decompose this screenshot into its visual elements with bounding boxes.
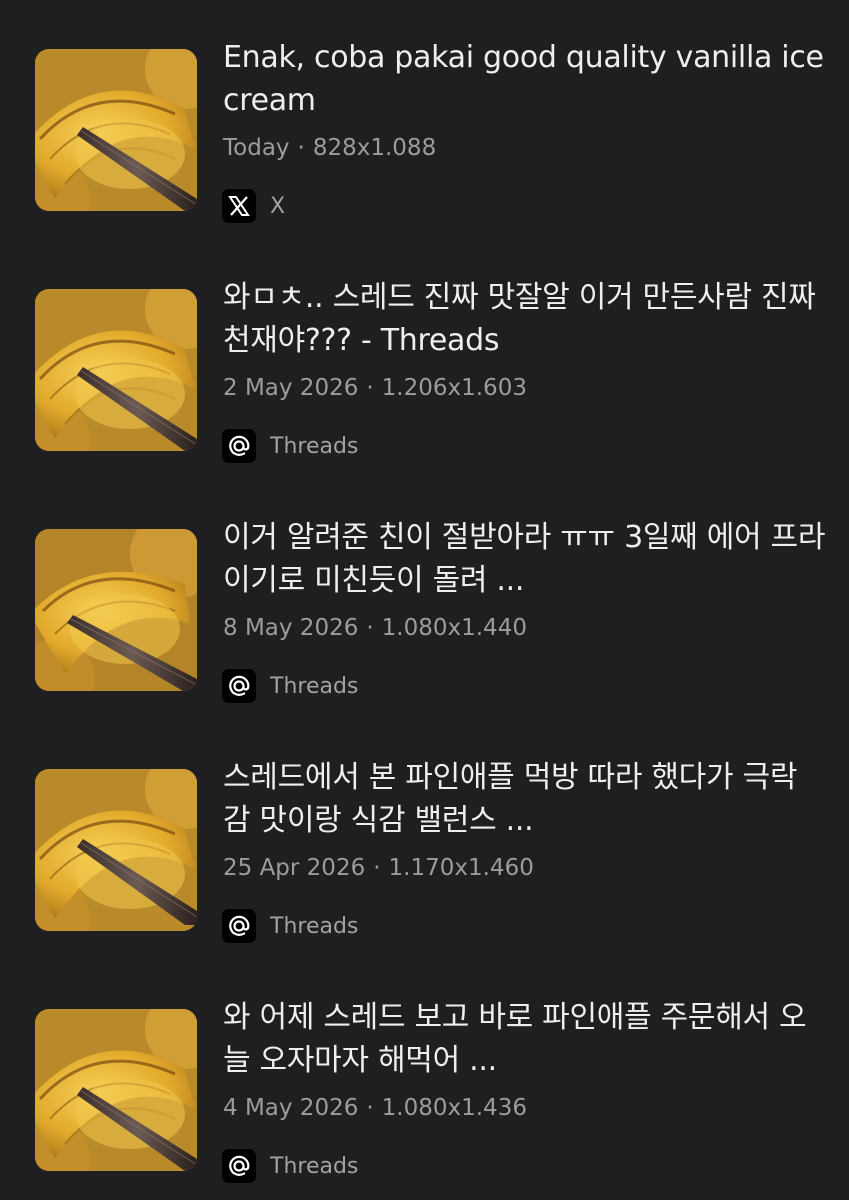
pineapple-image: [35, 1009, 197, 1171]
result-item[interactable]: Enak, coba pakai good quality vanilla ic…: [0, 0, 849, 240]
threads-logo-icon: [222, 909, 256, 943]
result-title[interactable]: 와 어제 스레드 보고 바로 파인애플 주문해서 오늘 오자마자 해먹어 ...: [223, 996, 828, 1082]
source-name: Threads: [270, 1153, 359, 1179]
result-dimensions: 828x1.088: [312, 135, 437, 161]
result-thumbnail[interactable]: [35, 49, 197, 211]
result-thumbnail[interactable]: [35, 289, 197, 451]
pineapple-image: [35, 289, 197, 451]
meta-separator: ·: [366, 375, 374, 401]
result-item[interactable]: 와 어제 스레드 보고 바로 파인애플 주문해서 오늘 오자마자 해먹어 ...…: [0, 960, 849, 1200]
result-title[interactable]: 이거 알려준 친이 절받아라 ㅠㅠ 3일째 에어 프라이기로 미친듯이 돌려 .…: [223, 516, 828, 602]
meta-separator: ·: [373, 855, 381, 881]
result-source[interactable]: X: [222, 189, 285, 223]
result-meta: 25 Apr 2026 · 1.170x1.460: [223, 852, 534, 884]
result-date: Today: [223, 135, 290, 161]
result-item[interactable]: 와ㅁㅊ.. 스레드 진짜 맛잘알 이거 만든사람 진짜 천재야??? - Thr…: [0, 240, 849, 480]
threads-logo-icon: [222, 429, 256, 463]
result-dimensions: 1.170x1.460: [388, 855, 534, 881]
x-logo-icon: [222, 189, 256, 223]
result-title[interactable]: Enak, coba pakai good quality vanilla ic…: [223, 36, 828, 122]
source-name: Threads: [270, 433, 359, 459]
image-results-list: Enak, coba pakai good quality vanilla ic…: [0, 0, 849, 1200]
pineapple-image: [35, 769, 197, 931]
result-thumbnail[interactable]: [35, 769, 197, 931]
source-name: X: [270, 193, 286, 219]
pineapple-image: [35, 529, 197, 691]
result-date: 2 May 2026: [223, 375, 359, 401]
result-title[interactable]: 스레드에서 본 파인애플 먹방 따라 했다가 극락 감 맛이랑 식감 밸런스 .…: [223, 756, 828, 842]
result-source[interactable]: Threads: [222, 429, 358, 463]
source-name: Threads: [270, 673, 359, 699]
result-meta: Today · 828x1.088: [223, 132, 436, 164]
result-source[interactable]: Threads: [222, 669, 358, 703]
result-dimensions: 1.080x1.440: [381, 615, 527, 641]
result-thumbnail[interactable]: [35, 1009, 197, 1171]
meta-separator: ·: [297, 135, 305, 161]
result-date: 4 May 2026: [223, 1095, 359, 1121]
result-meta: 4 May 2026 · 1.080x1.436: [223, 1092, 527, 1124]
result-date: 8 May 2026: [223, 615, 359, 641]
result-source[interactable]: Threads: [222, 1149, 358, 1183]
result-thumbnail[interactable]: [35, 529, 197, 691]
meta-separator: ·: [366, 1095, 374, 1121]
threads-logo-icon: [222, 1149, 256, 1183]
result-title[interactable]: 와ㅁㅊ.. 스레드 진짜 맛잘알 이거 만든사람 진짜 천재야??? - Thr…: [223, 276, 828, 362]
result-item[interactable]: 스레드에서 본 파인애플 먹방 따라 했다가 극락 감 맛이랑 식감 밸런스 .…: [0, 720, 849, 960]
pineapple-image: [35, 49, 197, 211]
result-meta: 2 May 2026 · 1.206x1.603: [223, 372, 527, 404]
result-meta: 8 May 2026 · 1.080x1.440: [223, 612, 527, 644]
result-source[interactable]: Threads: [222, 909, 358, 943]
threads-logo-icon: [222, 669, 256, 703]
source-name: Threads: [270, 913, 359, 939]
result-dimensions: 1.080x1.436: [381, 1095, 527, 1121]
result-date: 25 Apr 2026: [223, 855, 366, 881]
result-dimensions: 1.206x1.603: [381, 375, 527, 401]
meta-separator: ·: [366, 615, 374, 641]
result-item[interactable]: 이거 알려준 친이 절받아라 ㅠㅠ 3일째 에어 프라이기로 미친듯이 돌려 .…: [0, 480, 849, 720]
